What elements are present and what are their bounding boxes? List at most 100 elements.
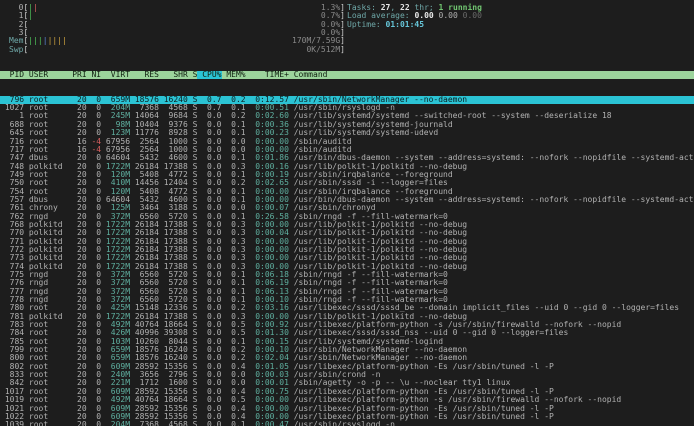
process-row[interactable]: 1021root200609M2859215356S0.00.40:00.00/… bbox=[0, 405, 694, 413]
column-header-user[interactable]: USER bbox=[24, 71, 67, 79]
column-header-shr[interactable]: SHR bbox=[159, 71, 188, 79]
cell-cmd: /usr/sbin/rsyslogd -n bbox=[289, 104, 694, 112]
column-header-command[interactable]: Command bbox=[289, 71, 694, 79]
cell-cmd: /usr/libexec/platform-python -Es /usr/sb… bbox=[289, 413, 694, 421]
header-area: 0[||1.3%]1[|0.7%]2[0.0%]3[0.0%]Mem[|||||… bbox=[0, 4, 694, 54]
meter-bar-area: ||||||||170M/7.59G bbox=[28, 37, 340, 45]
process-row[interactable]: 1039root200204M73684568S0.00.10:00.47/us… bbox=[0, 421, 694, 426]
process-row[interactable]: 748polkitd2001722M2618417388S0.00.30:00.… bbox=[0, 163, 694, 171]
process-row[interactable]: 754root200120M54084772S0.00.10:00.00/usr… bbox=[0, 188, 694, 196]
column-header-ni[interactable]: NI bbox=[87, 71, 101, 79]
uptime-segment: Uptime: bbox=[347, 20, 386, 29]
cell-cmd: /usr/sbin/sssd -i --logger=files bbox=[289, 179, 694, 187]
cell-cmd: /usr/lib/polkit-1/polkitd --no-debug bbox=[289, 238, 694, 246]
column-header-virt[interactable]: VIRT bbox=[101, 71, 130, 79]
column-header-mem[interactable]: MEM% bbox=[222, 71, 246, 79]
cell-cmd: /usr/lib/systemd/systemd-journald bbox=[289, 121, 694, 129]
process-row[interactable]: 774polkitd2001722M2618417388S0.00.30:00.… bbox=[0, 263, 694, 271]
meter-value: 0K/512M bbox=[306, 46, 340, 54]
cell-cmd: /usr/sbin/NetworkManager --no-daemon bbox=[289, 346, 694, 354]
load-average-segment: 0.00 bbox=[439, 11, 463, 20]
process-row[interactable]: 762rngd200372M65605720S0.00.10:26.58/sbi… bbox=[0, 213, 694, 221]
process-row[interactable]: 1027root200204M73684568S0.70.10:00.51/us… bbox=[0, 104, 694, 112]
process-row[interactable]: 842root200221M17121600S0.00.00:00.01/sbi… bbox=[0, 379, 694, 387]
process-row[interactable]: 1019root200492M4076418664S0.00.50:00.00/… bbox=[0, 396, 694, 404]
cell-cmd: /usr/bin/dbus-daemon --system --address=… bbox=[289, 154, 694, 162]
process-row[interactable]: 785root200103M102608044S0.00.10:00.15/us… bbox=[0, 338, 694, 346]
process-row[interactable]: 717root16-46795625641000S0.00.00:00.00/s… bbox=[0, 146, 694, 154]
process-row[interactable]: 771polkitd2001722M2618417388S0.00.30:00.… bbox=[0, 238, 694, 246]
cell-cmd: /usr/lib/systemd/systemd --switched-root… bbox=[289, 112, 694, 120]
htop-terminal: 0[||1.3%]1[|0.7%]2[0.0%]3[0.0%]Mem[|||||… bbox=[0, 0, 694, 426]
cell-cmd: /usr/lib/systemd/systemd-logind bbox=[289, 338, 694, 346]
cell-cmd: /sbin/rngd -f --fill-watermark=0 bbox=[289, 288, 694, 296]
process-row[interactable]: 783root200492M4076418664S0.00.50:00.92/u… bbox=[0, 321, 694, 329]
cell-mem: 0.1 bbox=[222, 421, 246, 426]
process-table: PIDUSERPRINIVIRTRESSHRSCPU%MEM%TIME+Comm… bbox=[0, 54, 694, 426]
cell-pid: 1039 bbox=[0, 421, 24, 426]
column-header-s[interactable]: S bbox=[188, 71, 198, 79]
process-row[interactable]: 796root200659M1857616240S0.70.20:12.57/u… bbox=[0, 96, 694, 104]
process-row[interactable]: 780root200425M1514812336S0.00.20:03.16/u… bbox=[0, 304, 694, 312]
cell-cmd: /usr/libexec/platform-python -Es /usr/sb… bbox=[289, 405, 694, 413]
process-row[interactable]: 776rngd200372M65605720S0.00.10:06.19/sbi… bbox=[0, 279, 694, 287]
cell-cmd: /sbin/rngd -f --fill-watermark=0 bbox=[289, 213, 694, 221]
process-row[interactable]: 777rngd200372M65605720S0.00.10:06.13/sbi… bbox=[0, 288, 694, 296]
column-header-pri[interactable]: PRI bbox=[67, 71, 86, 79]
process-row[interactable]: 1root200245M140649684S0.00.20:02.60/usr/… bbox=[0, 112, 694, 120]
process-row[interactable]: 768polkitd2001722M2618417388S0.00.30:00.… bbox=[0, 221, 694, 229]
cell-user: root bbox=[24, 421, 67, 426]
process-row[interactable]: 802root200609M2859215356S0.00.40:01.05/u… bbox=[0, 363, 694, 371]
cell-cmd: /sbin/auditd bbox=[289, 138, 694, 146]
process-row[interactable]: 773polkitd2001722M2618417388S0.00.30:00.… bbox=[0, 254, 694, 262]
table-header-row[interactable]: PIDUSERPRINIVIRTRESSHRSCPU%MEM%TIME+Comm… bbox=[0, 71, 694, 79]
process-row[interactable]: 747dbus2006460454324600S0.00.10:01.86/us… bbox=[0, 154, 694, 162]
process-row[interactable]: 749root200120M54084772S0.00.10:00.19/usr… bbox=[0, 171, 694, 179]
column-header-res[interactable]: RES bbox=[130, 71, 159, 79]
cell-res: 7368 bbox=[130, 421, 159, 426]
cell-cmd: /usr/sbin/NetworkManager --no-daemon bbox=[289, 96, 694, 104]
cell-pri: 20 bbox=[67, 421, 86, 426]
process-row[interactable]: 799root200659M1857616240S0.00.20:00.10/u… bbox=[0, 346, 694, 354]
process-row[interactable]: 688root20098M104049376S0.00.10:00.36/usr… bbox=[0, 121, 694, 129]
process-row[interactable]: 645root200123M117768928S0.00.10:00.23/us… bbox=[0, 129, 694, 137]
process-row[interactable]: 757dbus2006460454324600S0.00.10:00.00/us… bbox=[0, 196, 694, 204]
cell-cmd: /usr/bin/dbus-daemon --system --address=… bbox=[289, 196, 694, 204]
cell-cmd: /sbin/agetty -o -p -- \u --noclear tty1 … bbox=[289, 379, 694, 387]
process-row[interactable]: 781polkitd2001722M2618417388S0.00.30:00.… bbox=[0, 313, 694, 321]
cell-cmd: /usr/libexec/platform-python -Es /usr/sb… bbox=[289, 388, 694, 396]
process-row[interactable]: 1022root200609M2859215356S0.00.40:00.00/… bbox=[0, 413, 694, 421]
cell-cmd: /usr/libexec/sssd/sssd_be --domain impli… bbox=[289, 304, 694, 312]
cell-ni: 0 bbox=[87, 421, 101, 426]
process-row[interactable]: 1017root200609M2859215356S0.00.40:00.75/… bbox=[0, 388, 694, 396]
process-row[interactable]: 775rngd200372M65605720S0.00.10:06.18/sbi… bbox=[0, 271, 694, 279]
meter-bar-area: ||1.3% bbox=[28, 4, 340, 12]
cell-cmd: /usr/sbin/crond -n bbox=[289, 371, 694, 379]
cell-cmd: /sbin/rngd -f --fill-watermark=0 bbox=[289, 296, 694, 304]
cell-cmd: /usr/sbin/rsyslogd -n bbox=[289, 421, 694, 426]
column-header-cpu[interactable]: CPU% bbox=[197, 71, 221, 79]
process-row[interactable]: 772polkitd2001722M2618417388S0.00.30:00.… bbox=[0, 246, 694, 254]
cell-cmd: /usr/lib/polkit-1/polkitd --no-debug bbox=[289, 254, 694, 262]
process-row[interactable]: 761chrony200125M34643188S0.00.00:00.07/u… bbox=[0, 204, 694, 212]
meter-bar-green: | bbox=[28, 12, 33, 20]
meter-bar-yellow: | bbox=[62, 37, 67, 45]
process-row[interactable]: 778rngd200372M65605720S0.00.10:00.10/sbi… bbox=[0, 296, 694, 304]
meter-bar-red: | bbox=[33, 4, 38, 12]
meter-bar-area: 0.0% bbox=[28, 21, 340, 29]
column-header-time[interactable]: TIME+ bbox=[246, 71, 289, 79]
sysinfo-column: Tasks: 27, 22 thr; 1 runningLoad average… bbox=[345, 4, 694, 54]
column-header-pid[interactable]: PID bbox=[0, 71, 24, 79]
process-row[interactable]: 750root200410M1445612404S0.00.20:02.65/u… bbox=[0, 179, 694, 187]
meter-bar-area: |0.7% bbox=[28, 12, 340, 20]
process-row[interactable]: 833root200240M36562796S0.00.00:00.03/usr… bbox=[0, 371, 694, 379]
process-row[interactable]: 770polkitd2001722M2618417388S0.00.30:00.… bbox=[0, 229, 694, 237]
process-row[interactable]: 716root16-46795625641000S0.00.00:00.00/s… bbox=[0, 138, 694, 146]
process-row[interactable]: 800root200659M1857616240S0.00.20:02.04/u… bbox=[0, 354, 694, 362]
process-row[interactable]: 784root200426M4099639308S0.00.50:01.30/u… bbox=[0, 329, 694, 337]
cell-cmd: /usr/lib/polkit-1/polkitd --no-debug bbox=[289, 246, 694, 254]
cpu-meter-2: 2[0.0%] bbox=[9, 21, 345, 29]
cell-cmd: /usr/libexec/platform-python -s /usr/sbi… bbox=[289, 321, 694, 329]
meter-bar-area: 0K/512M bbox=[28, 46, 340, 54]
table-body: 796root200659M1857616240S0.70.20:12.57/u… bbox=[0, 96, 694, 426]
